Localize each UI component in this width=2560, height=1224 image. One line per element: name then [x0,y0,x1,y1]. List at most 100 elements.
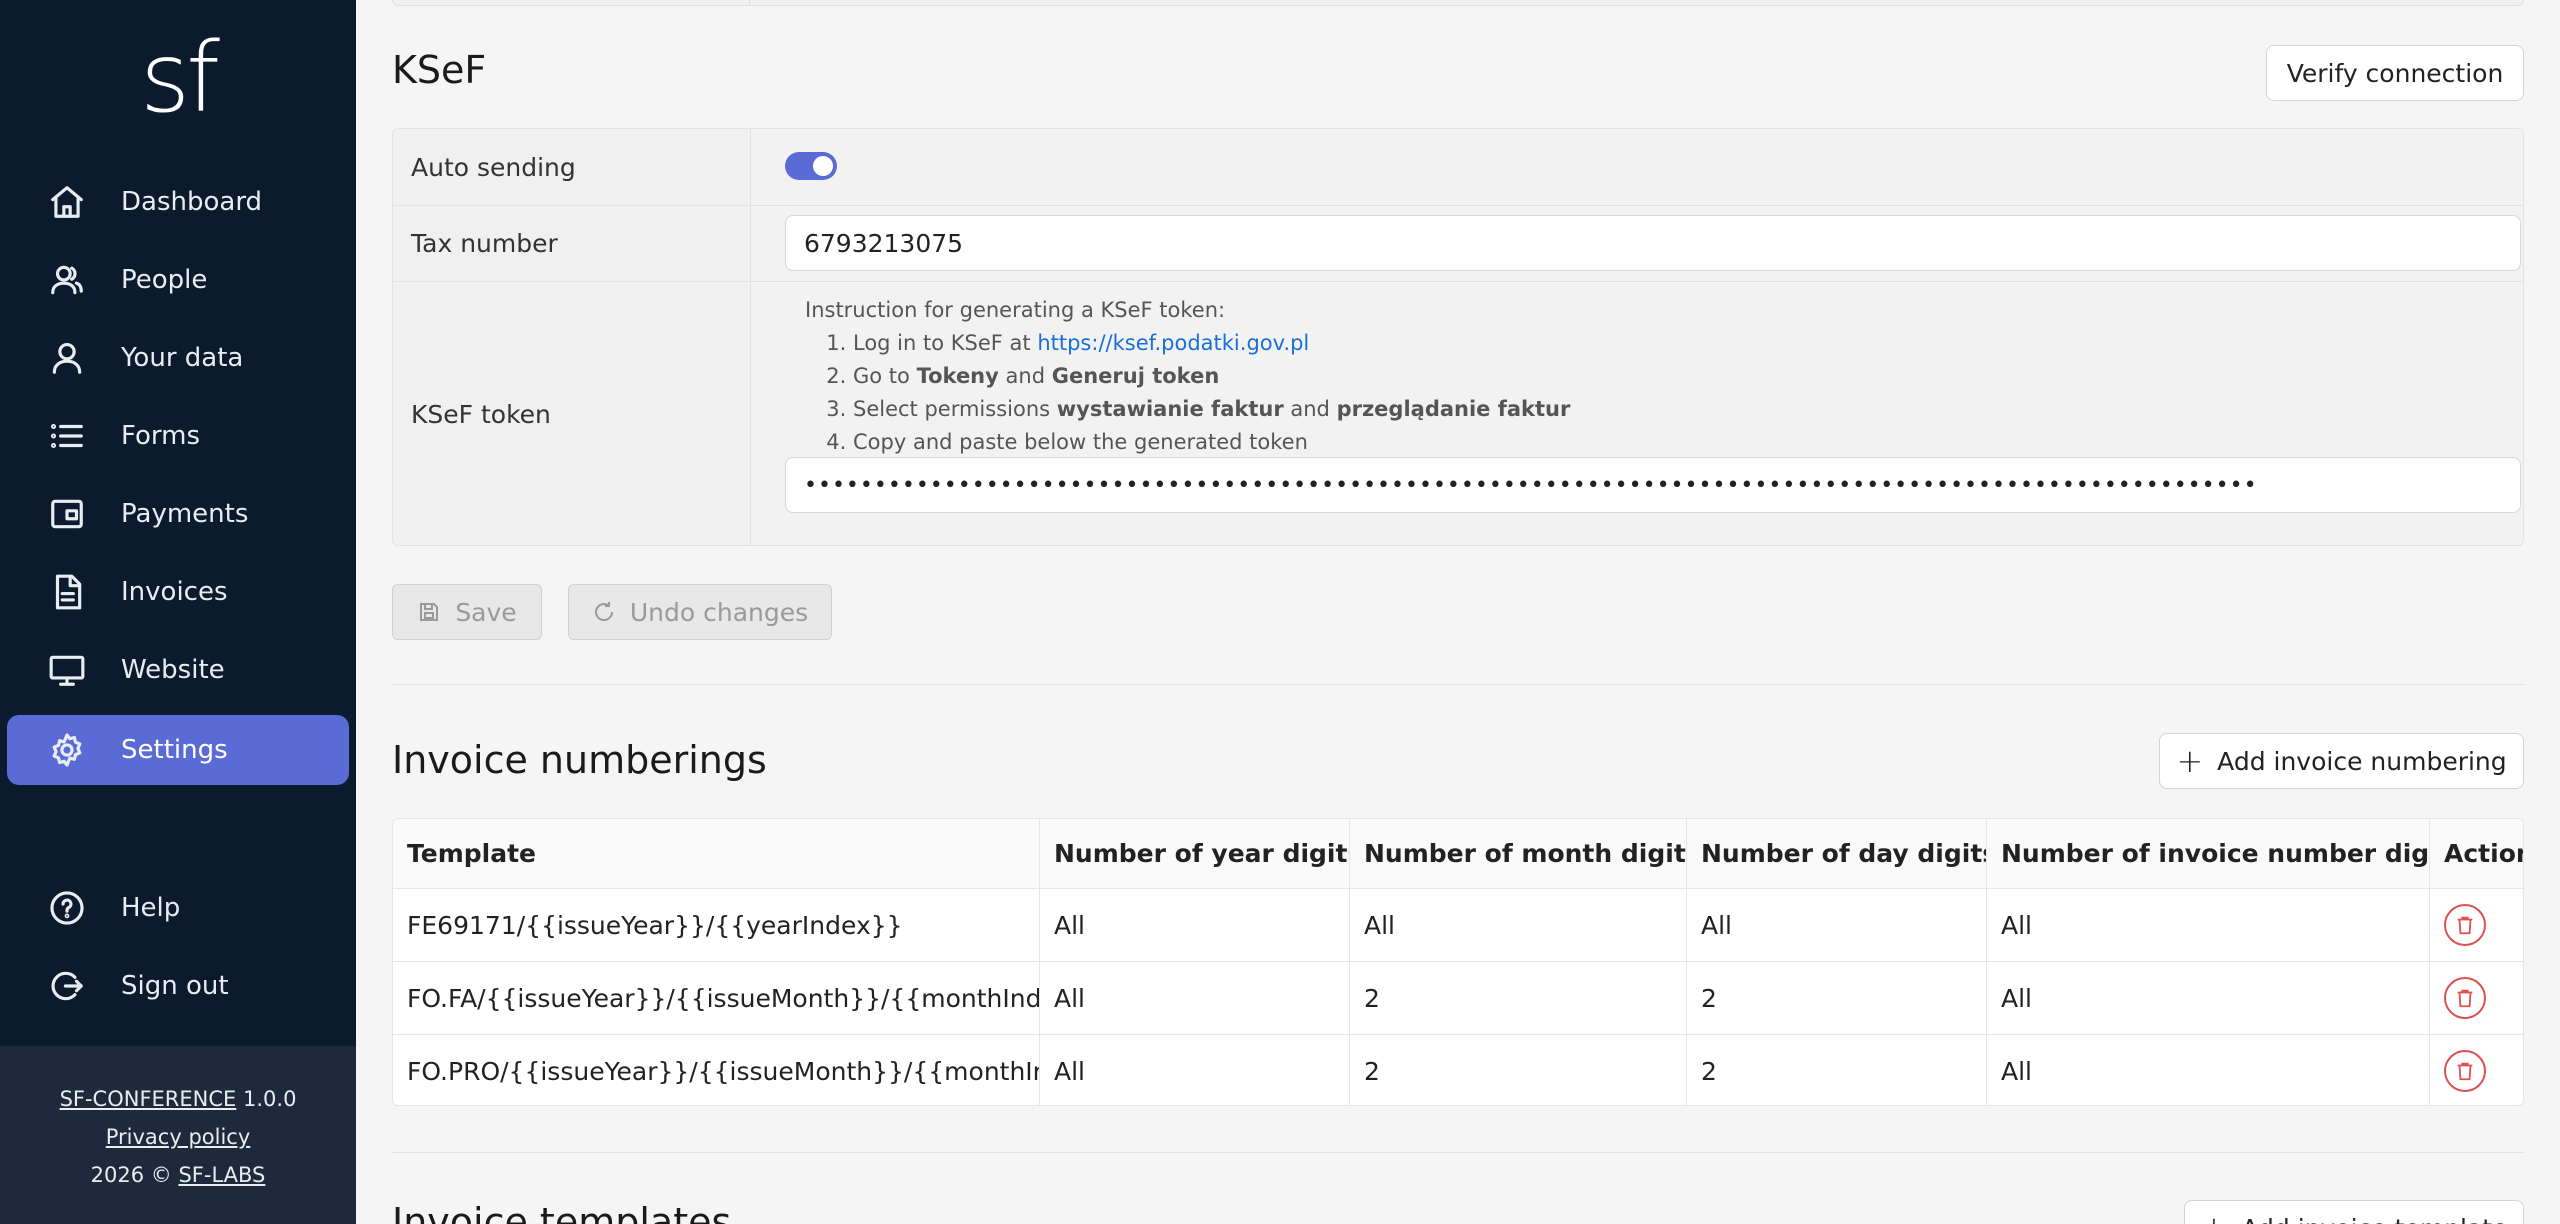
year-digits-cell: All [1040,1035,1350,1105]
sidebar-item-forms[interactable]: Forms [7,401,349,471]
month-digits-cell: All [1350,889,1687,961]
add-invoice-numbering-label: Add invoice numbering [2217,746,2507,776]
sidebar-item-payments[interactable]: Payments [7,479,349,549]
add-invoice-numbering-button[interactable]: + Add invoice numbering [2159,733,2524,789]
copyright-year: 2026 © [90,1163,172,1187]
ksef-token-input[interactable]: ••••••••••••••••••••••••••••••••••••••••… [785,457,2521,513]
numberings-section-title: Invoice numberings [392,738,767,782]
sidebar-item-label: Settings [121,735,228,765]
year-digits-cell: All [1040,889,1350,961]
undo-button-label: Undo changes [629,597,809,627]
ksef-portal-link[interactable]: https://ksef.podatki.gov.pl [1037,331,1309,355]
tax-number-input[interactable]: 6793213075 [785,215,2521,271]
month-digits-cell: 2 [1350,962,1687,1034]
privacy-policy-link[interactable]: Privacy policy [106,1125,251,1149]
document-icon [47,572,87,612]
actions-cell [2430,962,2523,1034]
auto-sending-toggle[interactable] [785,152,837,180]
sidebar-item-label: Dashboard [121,187,263,217]
gear-icon [47,730,87,770]
invoice-number-digits-cell: All [1987,962,2430,1034]
sidebar: sf Dashboard People Your data Forms Paym… [0,0,356,1224]
tax-number-label: Tax number [393,206,751,281]
ksef-token-label: KSeF token [393,282,751,545]
table-row: FO.FA/{{issueYear}}/{{issueMonth}}/{{mon… [393,962,2523,1035]
save-button[interactable]: Save [392,584,542,640]
plus-icon: + [2201,1209,2228,1224]
token-instructions: Instruction for generating a KSeF token:… [805,294,1570,459]
sidebar-item-label: Payments [121,499,249,529]
sidebar-item-label: People [121,265,208,295]
help-icon [47,888,87,928]
sidebar-item-website[interactable]: Website [7,635,349,705]
sign-out-icon [47,966,87,1006]
monitor-icon [47,650,87,690]
table-row: FO.PRO/{{issueYear}}/{{issueMonth}}/{{mo… [393,1035,2523,1105]
add-invoice-template-button[interactable]: + Add invoice template [2184,1200,2524,1224]
previous-section-edge [392,0,2524,6]
table-header-row: Template Number of year digits Number of… [393,819,2523,889]
sidebar-item-label: Forms [121,421,201,451]
verify-connection-button[interactable]: Verify connection [2266,45,2524,101]
add-invoice-template-label: Add invoice template [2241,1214,2507,1224]
template-cell: FE69171/{{issueYear}}/{{yearIndex}} [393,889,1040,961]
sidebar-item-label: Your data [121,343,244,373]
sidebar-item-sign-out[interactable]: Sign out [7,951,349,1021]
column-header-actions: Actions [2444,839,2523,868]
invoice-number-digits-cell: All [1987,1035,2430,1105]
sidebar-item-dashboard[interactable]: Dashboard [7,167,349,237]
auto-sending-label: Auto sending [393,129,751,205]
day-digits-cell: 2 [1687,1035,1987,1105]
column-header-year-digits: Number of year digits [1040,819,1350,888]
main-content: KSeF Verify connection Auto sending Tax … [356,0,2560,1224]
template-cell: FO.PRO/{{issueYear}}/{{issueMonth}}/{{mo… [393,1035,1040,1105]
delete-button[interactable] [2444,977,2486,1019]
ksef-section-title: KSeF [392,48,487,92]
template-cell: FO.FA/{{issueYear}}/{{issueMonth}}/{{mon… [393,962,1040,1034]
column-header-template: Template [393,819,1040,888]
list-icon [47,416,87,456]
month-digits-cell: 2 [1350,1035,1687,1105]
sidebar-item-label: Website [121,655,225,685]
copyright-line: 2026 © SF-LABS [0,1156,356,1194]
day-digits-cell: All [1687,889,1987,961]
sidebar-item-help[interactable]: Help [7,873,349,943]
day-digits-cell: 2 [1687,962,1987,1034]
ksef-token-row: KSeF token Instruction for generating a … [393,282,2523,545]
tax-number-row: Tax number 6793213075 [393,206,2523,282]
column-header-invoice-number-digits: Number of invoice number digits [1987,819,2430,888]
undo-icon [594,602,613,621]
instructions-list: Log in to KSeF at https://ksef.podatki.g… [853,327,1570,459]
sidebar-item-invoices[interactable]: Invoices [7,557,349,627]
trash-icon [2457,989,2473,1008]
app-name-link[interactable]: SF-CONFERENCE [60,1087,237,1111]
sidebar-footer: SF-CONFERENCE 1.0.0 Privacy policy 2026 … [0,1046,356,1224]
sidebar-item-label: Invoices [121,577,228,607]
year-digits-cell: All [1040,962,1350,1034]
instruction-step: Copy and paste below the generated token [853,426,1570,459]
trash-icon [2457,916,2473,935]
sidebar-item-settings[interactable]: Settings [7,715,349,785]
templates-section-title: Invoice templates [392,1200,732,1224]
sidebar-item-your-data[interactable]: Your data [7,323,349,393]
instructions-title: Instruction for generating a KSeF token: [805,298,1226,322]
sidebar-item-people[interactable]: People [7,245,349,315]
app-version: 1.0.0 [243,1087,297,1111]
save-icon [420,603,439,621]
instruction-step: Log in to KSeF at https://ksef.podatki.g… [853,327,1570,360]
delete-button[interactable] [2444,904,2486,946]
instruction-step: Go to Tokeny and Generuj token [853,360,1570,393]
section-divider [392,1152,2524,1153]
section-divider [392,684,2524,685]
delete-button[interactable] [2444,1050,2486,1092]
sidebar-item-label: Sign out [121,971,229,1001]
company-link[interactable]: SF-LABS [178,1163,265,1187]
invoice-number-digits-cell: All [1987,889,2430,961]
wallet-icon [47,494,87,534]
sidebar-item-label: Help [121,893,181,923]
save-button-label: Save [455,597,517,627]
undo-changes-button[interactable]: Undo changes [568,584,832,640]
app-logo[interactable]: sf [0,30,356,126]
app-version-line: SF-CONFERENCE 1.0.0 [0,1080,356,1118]
people-icon [47,260,87,300]
